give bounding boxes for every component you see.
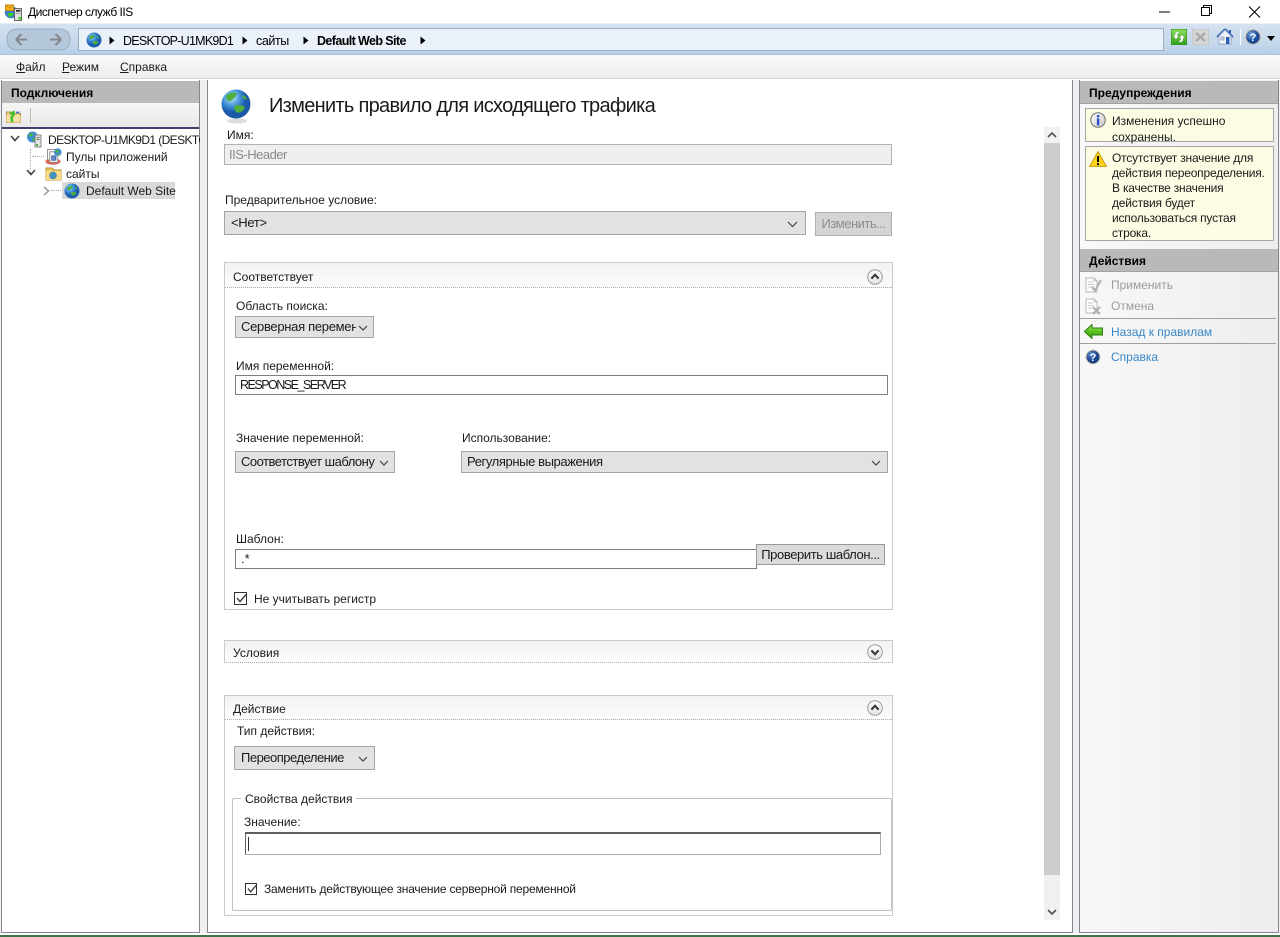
- svg-text:?: ?: [1090, 352, 1097, 364]
- svg-text:?: ?: [1250, 32, 1257, 44]
